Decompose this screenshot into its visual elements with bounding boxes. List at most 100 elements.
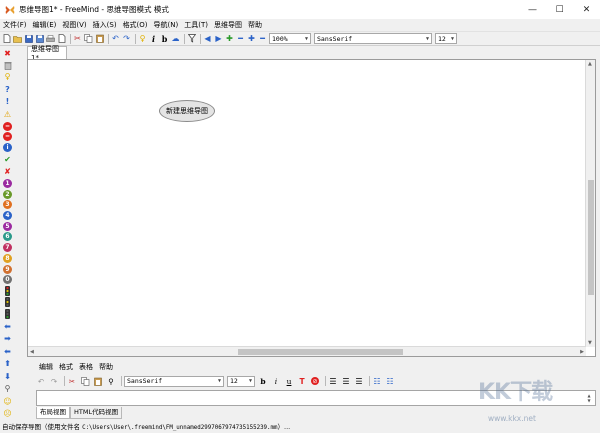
arrow-left-icon[interactable]: ⬅ bbox=[2, 321, 13, 332]
editor-size-select[interactable]: 12 ▼ bbox=[227, 375, 255, 387]
menu-view[interactable]: 视图(V) bbox=[59, 19, 89, 31]
clear-format-icon[interactable]: ⊘ bbox=[310, 376, 320, 386]
menu-help[interactable]: 帮助 bbox=[245, 19, 265, 31]
zoom-select[interactable]: 100% ▼ bbox=[269, 33, 311, 44]
tab-html-code-view[interactable]: HTML代码视图 bbox=[70, 407, 123, 419]
save-icon[interactable] bbox=[24, 34, 33, 44]
traffic-light-icon[interactable] bbox=[2, 285, 13, 296]
smiley-neutral-icon[interactable]: ☹ bbox=[2, 408, 13, 419]
menu-tools[interactable]: 工具(T) bbox=[181, 19, 211, 31]
bullet-list-icon[interactable]: ☷ bbox=[372, 376, 382, 386]
traffic-light-3-icon[interactable] bbox=[2, 308, 13, 319]
vertical-scrollbar[interactable]: ▲ ▼ bbox=[585, 60, 595, 347]
priority-2-icon[interactable]: 2 bbox=[2, 189, 13, 199]
arrow-left-2-icon[interactable]: ⬅ bbox=[2, 346, 13, 357]
find-icon[interactable]: ⚲ bbox=[106, 376, 116, 386]
paste-icon[interactable] bbox=[95, 34, 104, 44]
editor-menu-format[interactable]: 格式 bbox=[56, 362, 76, 373]
font-size-select[interactable]: 12 ▼ bbox=[435, 33, 457, 44]
menu-navigate[interactable]: 导航(N) bbox=[151, 19, 182, 31]
redo-icon[interactable]: ↷ bbox=[49, 376, 59, 386]
menu-file[interactable]: 文件(F) bbox=[0, 19, 30, 31]
priority-9-icon[interactable]: 9 bbox=[2, 264, 13, 274]
root-node[interactable]: 新建思维导图 bbox=[159, 100, 215, 122]
maximize-button[interactable]: ☐ bbox=[546, 0, 573, 19]
priority-8-icon[interactable]: 8 bbox=[2, 253, 13, 263]
fold-icon[interactable]: ✚ bbox=[225, 34, 234, 44]
priority-3-icon[interactable]: 3 bbox=[2, 200, 13, 210]
cross-icon[interactable]: ✘ bbox=[2, 166, 13, 177]
zoom-in-icon[interactable]: ✚ bbox=[247, 34, 256, 44]
print-icon[interactable] bbox=[46, 34, 55, 44]
undo-icon[interactable]: ↶ bbox=[111, 34, 120, 44]
cut-icon[interactable]: ✂ bbox=[73, 34, 82, 44]
numbered-list-icon[interactable]: ☷ bbox=[385, 376, 395, 386]
warning-icon[interactable]: ⚠ bbox=[2, 109, 13, 120]
align-left-icon[interactable]: ☰ bbox=[328, 376, 338, 386]
editor-menu-help[interactable]: 帮助 bbox=[96, 362, 116, 373]
lightbulb-icon[interactable]: ♀ bbox=[138, 34, 147, 44]
remove-icon[interactable]: ✖ bbox=[2, 48, 13, 59]
cloud-icon[interactable]: ☁ bbox=[171, 34, 180, 44]
undo-icon[interactable]: ↶ bbox=[36, 376, 46, 386]
font-select[interactable]: SansSerif ▼ bbox=[314, 33, 432, 44]
priority-6-icon[interactable]: 6 bbox=[2, 232, 13, 242]
arrow-down-icon[interactable]: ⬇ bbox=[2, 371, 13, 382]
menu-edit[interactable]: 编辑(E) bbox=[30, 19, 60, 31]
underline-icon[interactable]: u bbox=[284, 376, 294, 386]
open-folder-icon[interactable] bbox=[13, 34, 22, 44]
new-file-icon[interactable] bbox=[2, 34, 11, 44]
save-as-icon[interactable] bbox=[35, 34, 44, 44]
attachment-icon[interactable]: ⚲ bbox=[2, 383, 13, 394]
checkmark-icon[interactable]: ✔ bbox=[2, 154, 13, 165]
scroll-down-icon[interactable]: ▼ bbox=[588, 340, 592, 346]
mindmap-canvas[interactable]: 新建思维导图 ▲ ▼ ◀ ▶ bbox=[27, 59, 596, 357]
menu-mindmap[interactable]: 思维导图 bbox=[211, 19, 245, 31]
tab-mindmap-1[interactable]: 思维导图1* bbox=[27, 45, 67, 62]
vertical-scroll-thumb[interactable] bbox=[588, 180, 594, 295]
bold-icon[interactable]: b bbox=[258, 376, 268, 386]
editor-font-select[interactable]: SansSerif ▼ bbox=[124, 375, 224, 387]
smiley-happy-icon[interactable]: ☺ bbox=[2, 396, 13, 407]
navigate-back-icon[interactable]: ◀ bbox=[203, 34, 212, 44]
navigate-forward-icon[interactable]: ▶ bbox=[214, 34, 223, 44]
priority-5-icon[interactable]: 5 bbox=[2, 221, 13, 231]
redo-icon[interactable]: ↷ bbox=[122, 34, 131, 44]
arrow-up-icon[interactable]: ⬆ bbox=[2, 358, 13, 369]
priority-1-icon[interactable]: 1 bbox=[2, 178, 13, 188]
priority-0-icon[interactable]: 0 bbox=[2, 275, 13, 285]
bold-icon[interactable]: b bbox=[160, 34, 169, 44]
copy-icon[interactable] bbox=[84, 34, 93, 44]
horizontal-scrollbar[interactable]: ◀ ▶ bbox=[28, 346, 586, 356]
filter-icon[interactable] bbox=[187, 34, 196, 44]
editor-menu-table[interactable]: 表格 bbox=[76, 362, 96, 373]
tab-layout-view[interactable]: 布局视图 bbox=[36, 407, 70, 419]
priority-7-icon[interactable]: 7 bbox=[2, 243, 13, 253]
exclamation-icon[interactable]: ! bbox=[2, 96, 13, 107]
idea-icon[interactable]: ♀ bbox=[2, 71, 13, 82]
trash-icon[interactable] bbox=[2, 61, 13, 70]
align-right-icon[interactable]: ☰ bbox=[354, 376, 364, 386]
copy-icon[interactable] bbox=[80, 376, 90, 386]
question-icon[interactable]: ? bbox=[2, 84, 13, 95]
close-map-icon[interactable] bbox=[57, 34, 66, 44]
cut-icon[interactable]: ✂ bbox=[67, 376, 77, 386]
arrow-right-icon[interactable]: ➡ bbox=[2, 333, 13, 344]
info-icon[interactable]: i bbox=[2, 142, 13, 152]
editor-menu-edit[interactable]: 编辑 bbox=[36, 362, 56, 373]
scroll-left-icon[interactable]: ◀ bbox=[30, 349, 34, 355]
close-button[interactable]: ✕ bbox=[573, 0, 600, 19]
paste-icon[interactable] bbox=[93, 376, 103, 386]
align-center-icon[interactable]: ☰ bbox=[341, 376, 351, 386]
scroll-right-icon[interactable]: ▶ bbox=[580, 349, 584, 355]
menu-format[interactable]: 格式(O) bbox=[120, 19, 151, 31]
italic-icon[interactable]: i bbox=[271, 376, 281, 386]
menu-insert[interactable]: 插入(S) bbox=[90, 19, 120, 31]
traffic-light-2-icon[interactable] bbox=[2, 297, 13, 308]
zoom-out-small-icon[interactable]: ━ bbox=[258, 34, 267, 44]
no-entry-icon[interactable]: ━ bbox=[2, 132, 13, 142]
scroll-up-icon[interactable]: ▲ bbox=[588, 61, 592, 67]
italic-icon[interactable]: i bbox=[149, 34, 158, 44]
stop-icon[interactable]: ━ bbox=[2, 121, 13, 131]
minimize-button[interactable]: — bbox=[519, 0, 546, 19]
